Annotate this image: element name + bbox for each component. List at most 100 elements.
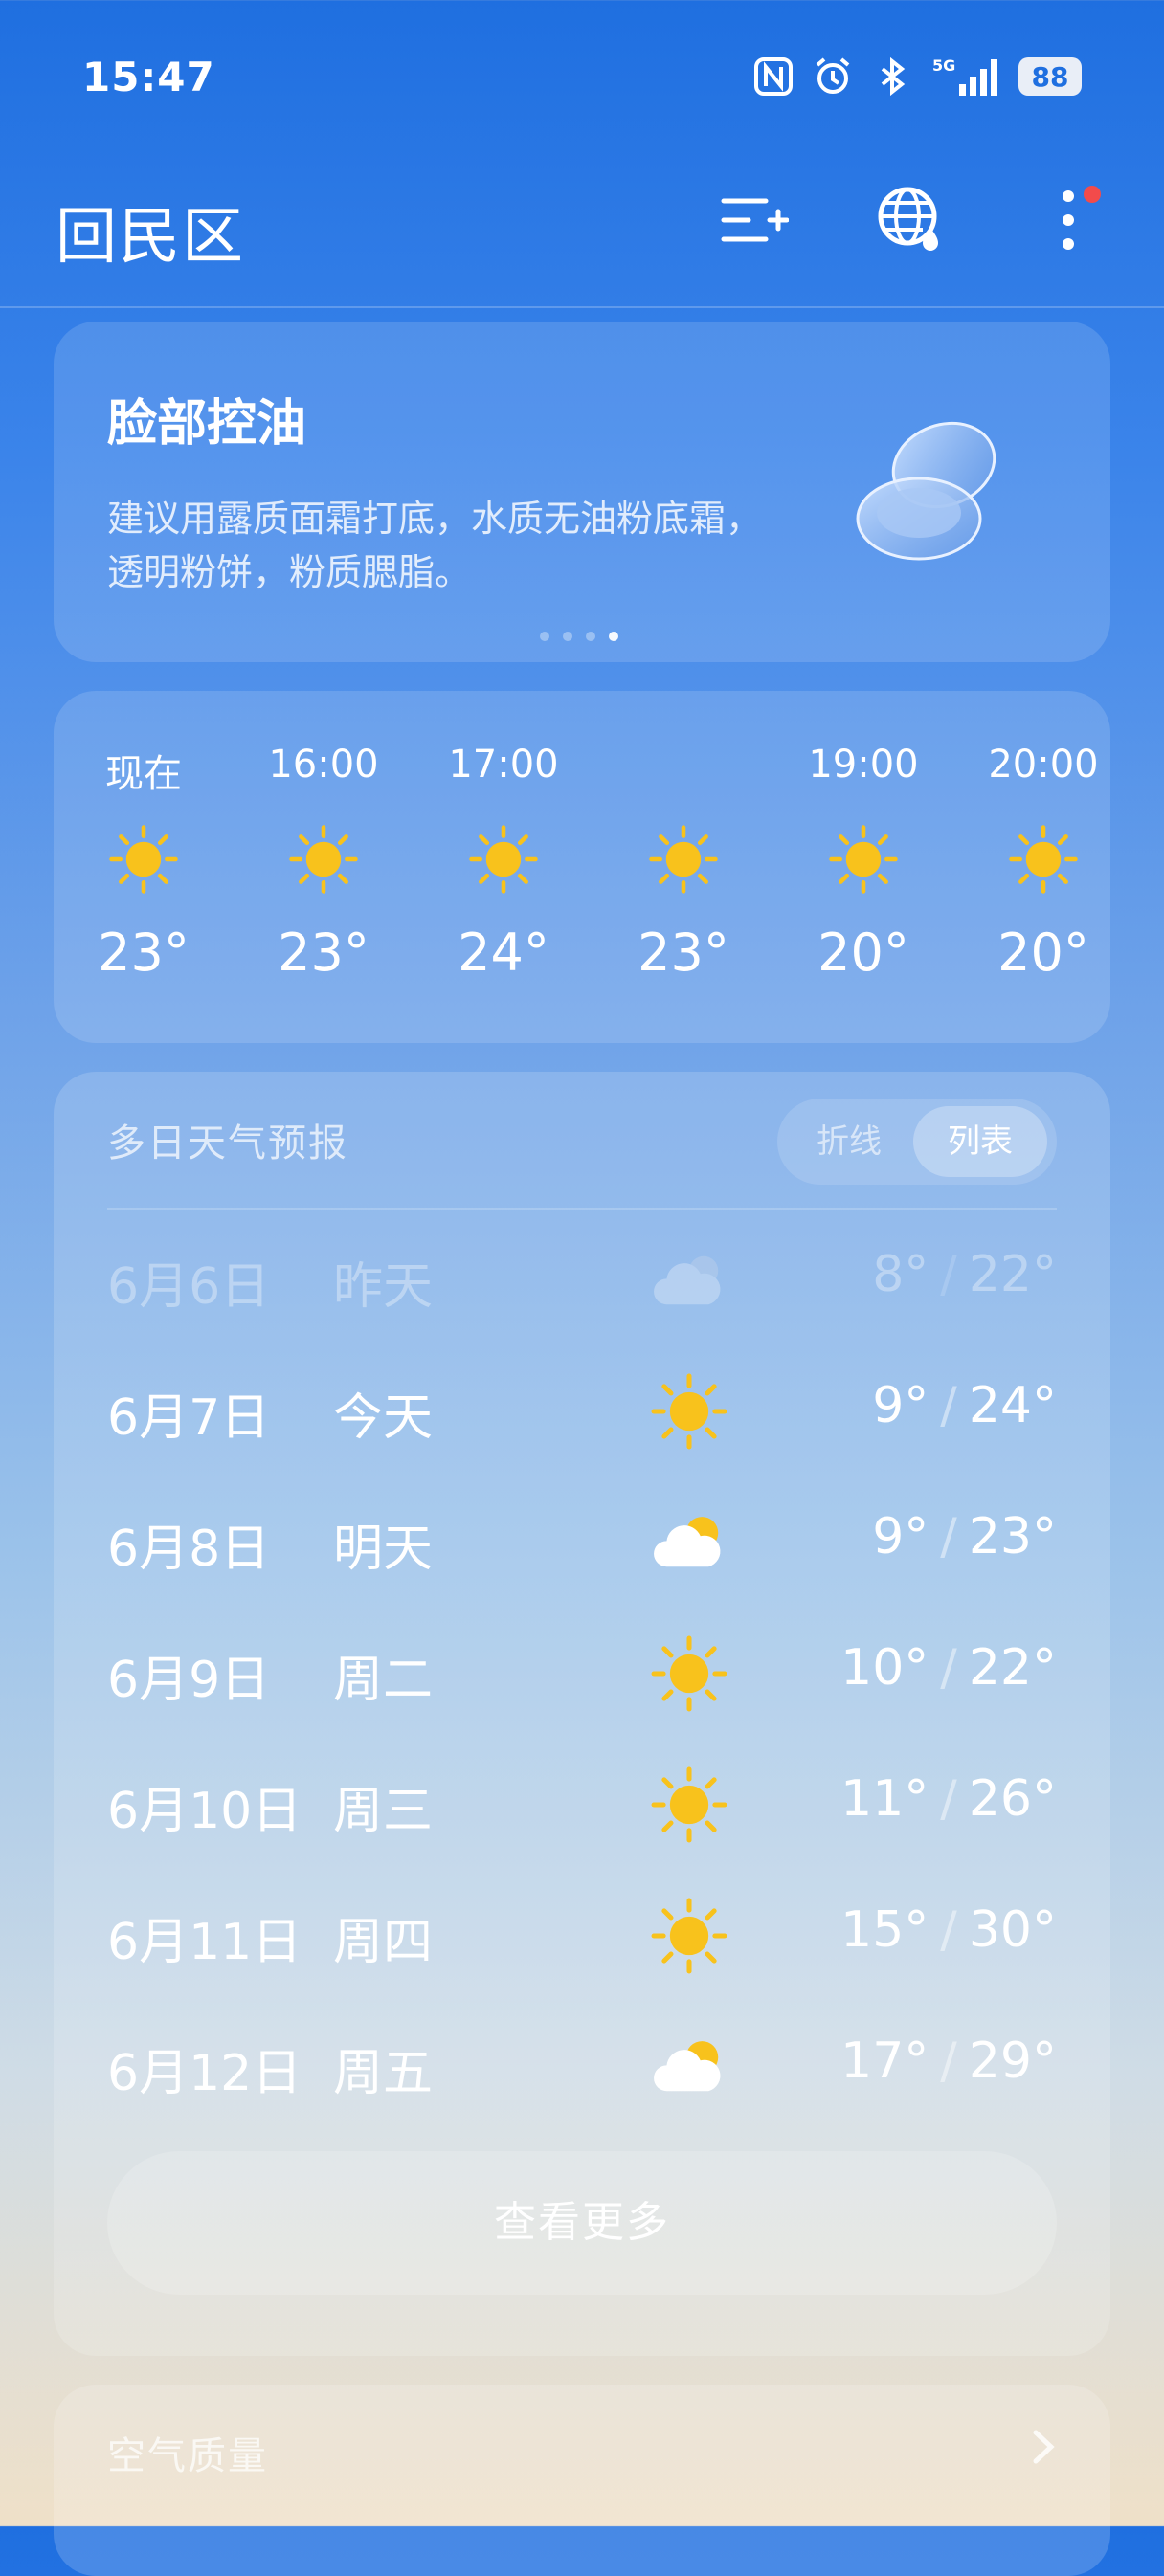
city-title[interactable]: 回民区 [56, 188, 245, 276]
daily-low: 15° [840, 1901, 929, 1959]
hourly-temp: 23° [98, 922, 190, 983]
sun-icon [107, 823, 180, 896]
chevron-right-icon [1018, 2423, 1066, 2471]
sun-icon [287, 823, 360, 896]
daily-temp-range: 10°/22° [840, 1639, 1057, 1697]
daily-low: 11° [840, 1770, 929, 1828]
daily-date: 6月8日 [107, 1521, 271, 1578]
tip-page-dot [609, 632, 618, 641]
daily-row[interactable]: 6月11日 周四 15°/30° [107, 1869, 1057, 1999]
daily-row[interactable]: 6月6日 昨天 8°/22° [107, 1213, 1057, 1344]
signal-label: 5G [932, 56, 955, 75]
nfc-icon [752, 56, 795, 98]
daily-date: 6月12日 [107, 2045, 302, 2102]
hourly-item: 17:00 24° [422, 743, 585, 983]
temp-separator: / [940, 1639, 957, 1697]
daily-low: 9° [872, 1377, 929, 1434]
sun-icon [649, 1765, 729, 1845]
temp-separator: / [940, 1901, 957, 1959]
temp-separator: / [940, 2032, 957, 2090]
hourly-time: 16:00 [268, 743, 379, 787]
daily-day: 周三 [333, 1783, 434, 1840]
hourly-temp: 20° [817, 922, 909, 983]
daily-high: 30° [968, 1901, 1057, 1959]
hourly-item: 16:00 23° [242, 743, 405, 983]
hourly-time: 19:00 [808, 743, 919, 787]
daily-temp-range: 8°/22° [872, 1246, 1057, 1303]
life-tip-card[interactable]: 脸部控油 建议用露质面霜打底，水质无油粉底霜，透明粉饼，粉质腮脂。 [54, 322, 1110, 662]
partly-cloudy-icon [649, 2027, 729, 2107]
tip-page-dot [586, 632, 595, 641]
view-toggle: 折线 列表 [777, 1099, 1057, 1185]
signal-5g-icon: 5G [930, 56, 1001, 98]
header-divider [0, 306, 1164, 308]
city-list-add-button[interactable] [716, 182, 793, 258]
air-quality-card[interactable]: 空气质量 [54, 2385, 1110, 2576]
daily-high: 22° [968, 1639, 1057, 1697]
daily-date: 6月7日 [107, 1389, 271, 1447]
daily-day: 周五 [333, 2045, 434, 2102]
globe-weather-button[interactable] [873, 182, 950, 258]
daily-high: 24° [968, 1377, 1057, 1434]
daily-date: 6月11日 [107, 1914, 302, 1971]
notification-dot [1084, 186, 1101, 203]
globe-weather-icon [878, 187, 938, 251]
more-menu-icon [1063, 190, 1074, 250]
daily-day: 周四 [333, 1914, 434, 1971]
status-time: 15:47 [82, 54, 215, 100]
hourly-temp: 20° [997, 922, 1089, 983]
daily-row[interactable]: 6月9日 周二 10°/22° [107, 1607, 1057, 1737]
daily-high: 22° [968, 1246, 1057, 1303]
daily-low: 17° [840, 2032, 929, 2090]
daily-divider [107, 1208, 1057, 1210]
hourly-time: 20:00 [988, 743, 1099, 787]
daily-date: 6月9日 [107, 1652, 271, 1709]
daily-row[interactable]: 6月10日 周三 11°/26° [107, 1738, 1057, 1868]
daily-low: 8° [872, 1246, 929, 1303]
sun-icon [649, 1633, 729, 1714]
hourly-temp: 23° [278, 922, 369, 983]
daily-temp-range: 9°/23° [872, 1508, 1057, 1566]
temp-separator: / [940, 1377, 957, 1434]
tip-title: 脸部控油 [107, 395, 307, 453]
temp-separator: / [940, 1770, 957, 1828]
temp-separator: / [940, 1508, 957, 1566]
daily-row[interactable]: 6月8日 明天 9°/23° [107, 1476, 1057, 1606]
alarm-icon [812, 56, 854, 98]
daily-temp-range: 15°/30° [840, 1901, 1057, 1959]
sun-icon [649, 1896, 729, 1976]
daily-day: 今天 [333, 1389, 434, 1447]
toggle-list[interactable]: 列表 [913, 1106, 1047, 1177]
hourly-item: 20:00 20° [962, 743, 1125, 983]
header-actions [716, 182, 1107, 258]
tip-text: 建议用露质面霜打底，水质无油粉底霜，透明粉饼，粉质腮脂。 [107, 498, 763, 593]
daily-date: 6月6日 [107, 1258, 271, 1316]
daily-row[interactable]: 6月12日 周五 17°/29° [107, 2000, 1057, 2130]
hourly-temp: 23° [638, 922, 729, 983]
daily-day: 明天 [333, 1521, 434, 1578]
battery-indicator: 88 [1018, 57, 1082, 96]
view-more-button[interactable]: 查看更多 [107, 2151, 1057, 2295]
hourly-item: 现在 23° [62, 743, 225, 983]
daily-date: 6月10日 [107, 1783, 302, 1840]
sun-icon [467, 823, 540, 896]
daily-row[interactable]: 6月7日 今天 9°/24° [107, 1344, 1057, 1475]
hourly-forecast-card[interactable]: 现在 23° 16:00 23° 17:00 24° 23° 19:00 20° 20:00 20° [54, 691, 1110, 1043]
more-menu-button[interactable] [1030, 182, 1107, 258]
sun-icon [827, 823, 900, 896]
tip-pagination [540, 632, 618, 641]
daily-forecast-card: 多日天气预报 折线 列表 6月6日 昨天 8°/22° 6月7日 今天 9°/24° 6月8… [54, 1072, 1110, 2356]
daily-temp-range: 17°/29° [840, 2032, 1057, 2090]
status-icons: 5G 88 [752, 56, 1082, 98]
daily-high: 26° [968, 1770, 1057, 1828]
hourly-time [602, 743, 765, 794]
sun-icon [649, 1371, 729, 1452]
toggle-line-chart[interactable]: 折线 [787, 1106, 911, 1177]
cloudy-night-icon [649, 1240, 729, 1321]
city-list-add-icon [721, 198, 789, 242]
hourly-item: 23° [602, 743, 765, 983]
sun-icon [647, 823, 720, 896]
daily-low: 9° [872, 1508, 929, 1566]
daily-forecast-title: 多日天气预报 [107, 1121, 348, 1166]
hourly-time: 现在 [105, 752, 182, 796]
